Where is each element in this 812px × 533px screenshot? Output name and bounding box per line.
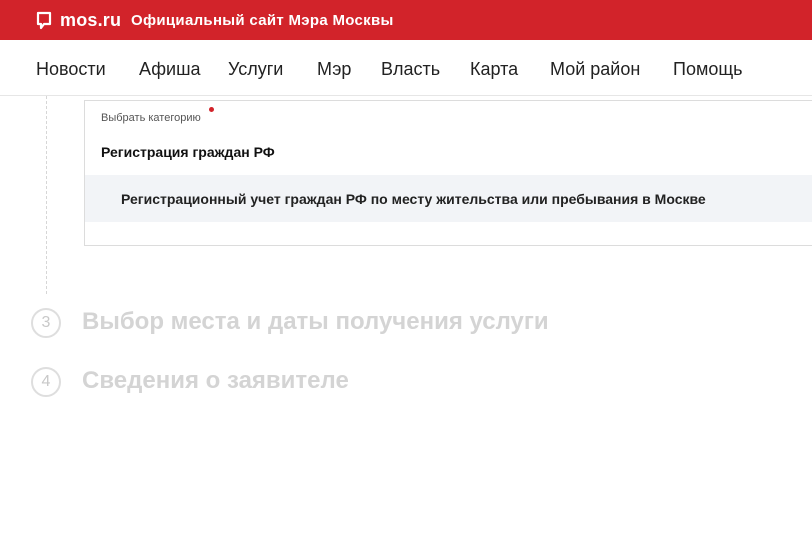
nav-item-help[interactable]: Помощь [673,58,743,80]
selected-category[interactable]: Регистрация граждан РФ [101,143,275,161]
site-title: Официальный сайт Мэра Москвы [131,12,394,29]
nav-item-government[interactable]: Власть [381,58,440,80]
nav-item-afisha[interactable]: Афиша [139,58,201,80]
top-bar: mos.ru Официальный сайт Мэра Москвы [0,0,812,40]
step-connector-line [46,96,47,294]
step-title-4[interactable]: Сведения о заявителе [82,366,349,396]
required-indicator [209,107,214,112]
nav-item-services[interactable]: Услуги [228,58,283,80]
mos-logo-icon[interactable] [36,11,52,30]
category-select[interactable]: Выбрать категорию Регистрация граждан РФ… [84,100,812,246]
logo-text[interactable]: mos.ru [60,9,121,31]
nav-item-mayor[interactable]: Мэр [317,58,351,80]
nav-item-map[interactable]: Карта [470,58,518,80]
step-number-4: 4 [31,367,61,397]
main-nav: Новости Афиша Услуги Мэр Власть Карта Мо… [0,40,812,96]
category-select-label: Выбрать категорию [101,112,201,124]
nav-item-news[interactable]: Новости [36,58,106,80]
nav-item-my-district[interactable]: Мой район [550,58,640,80]
step-number-3: 3 [31,308,61,338]
step-title-3[interactable]: Выбор места и даты получения услуги [82,307,549,337]
category-option[interactable]: Регистрационный учет граждан РФ по месту… [85,175,812,222]
category-option-label: Регистрационный учет граждан РФ по месту… [121,191,706,207]
